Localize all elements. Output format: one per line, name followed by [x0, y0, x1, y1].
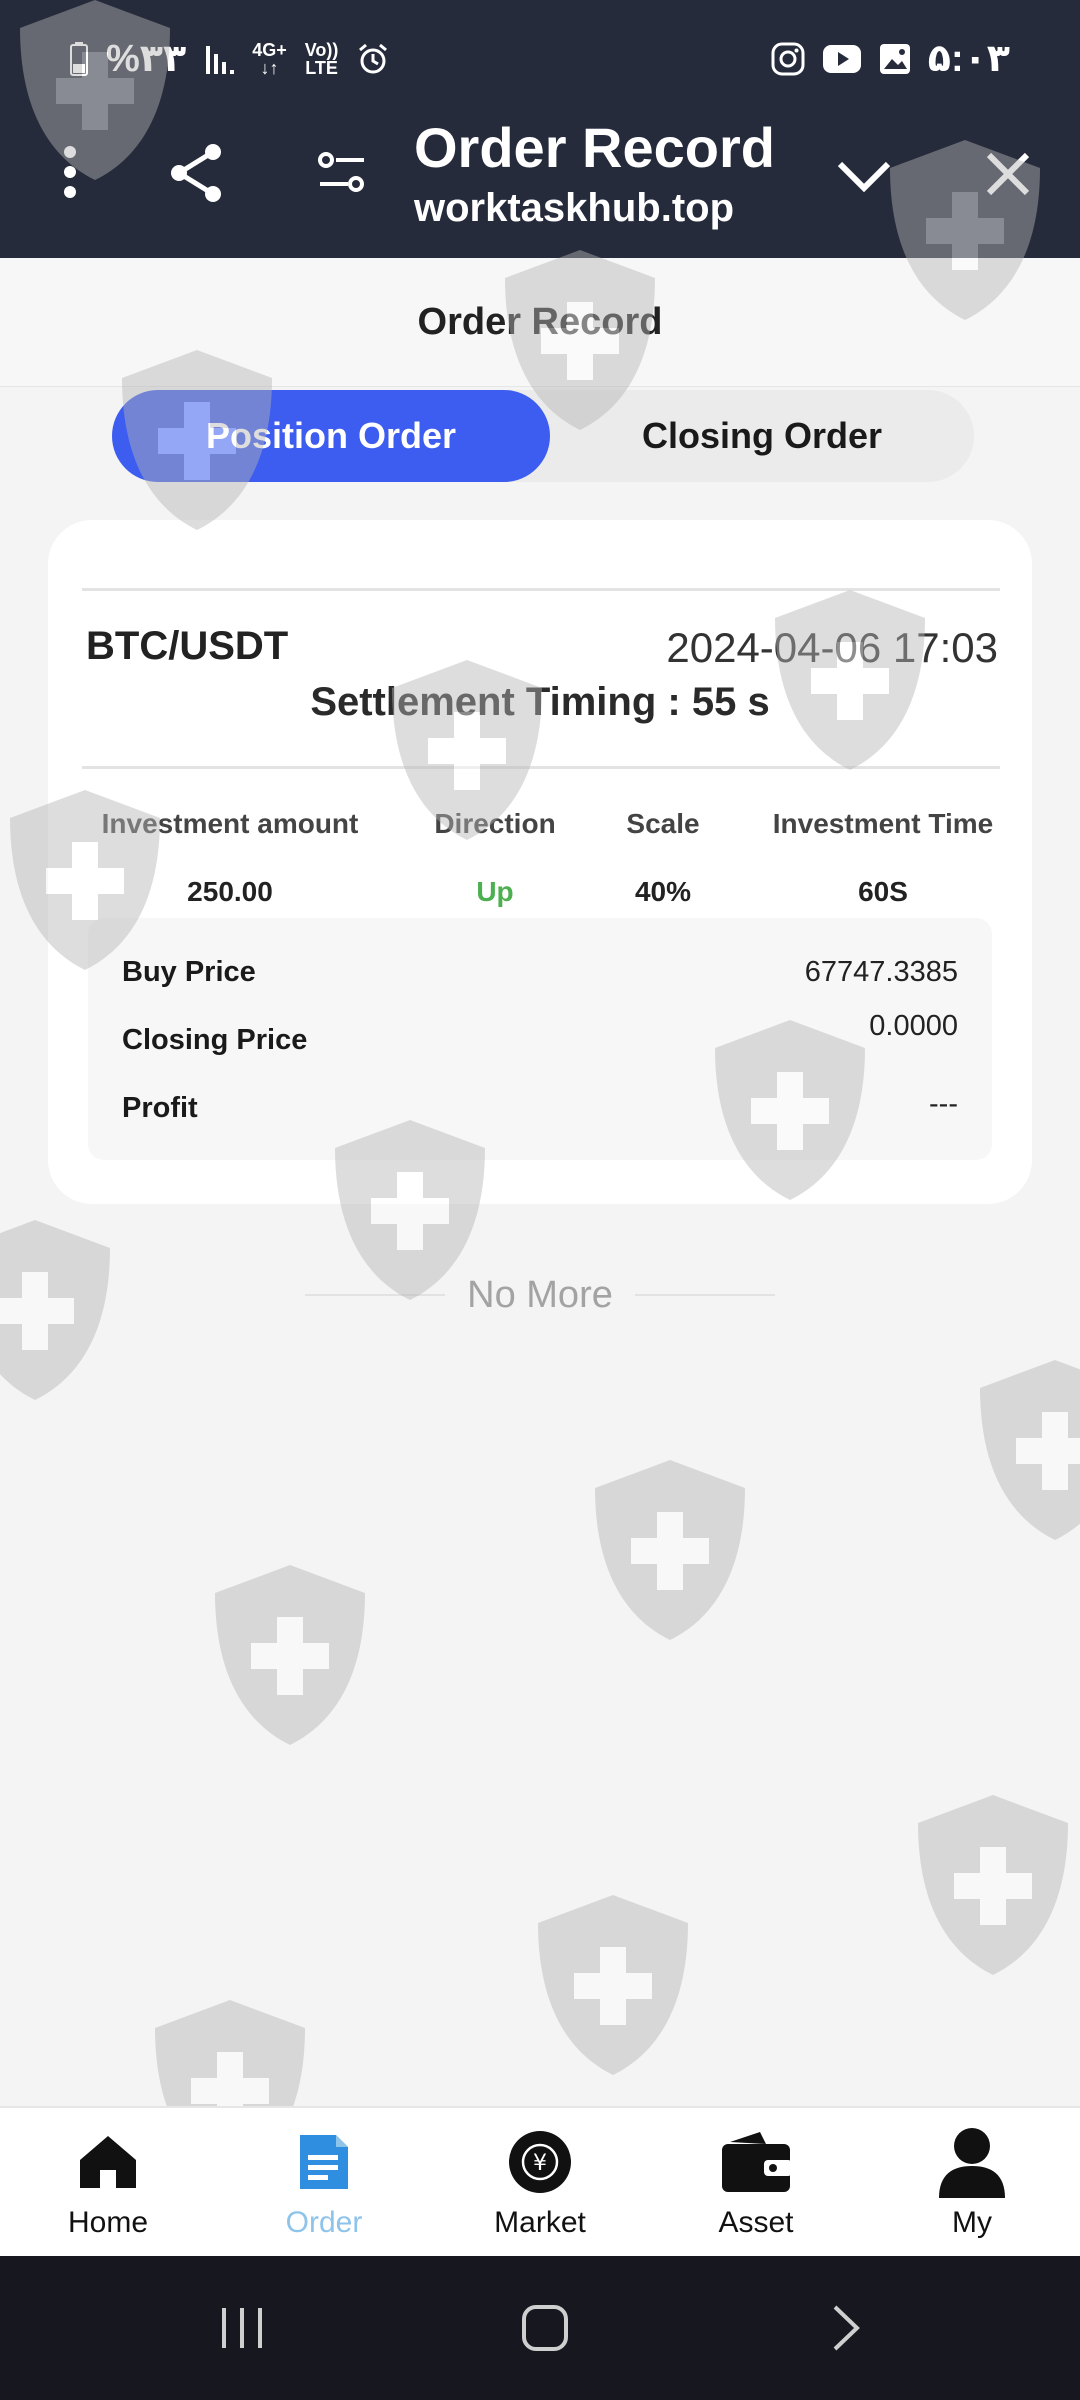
home-icon [78, 2122, 138, 2202]
youtube-icon [822, 44, 861, 73]
tab-closing-order[interactable]: Closing Order [550, 390, 974, 482]
watermark-shield-icon [595, 1460, 745, 1640]
column-header-investment-time: Investment Time [772, 808, 994, 839]
buy-price-label: Buy Price [122, 956, 256, 988]
closing-price-label: Closing Price [122, 1024, 308, 1056]
network-indicator: 4G+ ↓↑ [252, 39, 287, 78]
alarm-icon [359, 43, 388, 73]
settlement-timer: Settlement Timing : 55 s [310, 680, 770, 724]
more-menu-icon[interactable] [40, 142, 100, 202]
nav-asset[interactable]: Asset [656, 2122, 856, 2250]
browser-page-title: Order Record [414, 116, 775, 179]
order-card: BTC/USDT 2024-04-06 17:03 Settlement Tim… [48, 520, 1032, 1204]
nav-my-label: My [952, 2206, 992, 2239]
close-icon[interactable] [980, 144, 1036, 204]
nav-asset-label: Asset [718, 2206, 794, 2239]
no-more-text: No More [467, 1273, 613, 1316]
back-chevron-icon[interactable] [805, 2296, 885, 2360]
instagram-icon [771, 42, 805, 75]
share-icon[interactable] [162, 138, 232, 208]
market-icon: ¥ [508, 2122, 572, 2202]
volte-indicator: Vo)) LTE [304, 39, 339, 78]
signal-icon [206, 45, 235, 74]
closing-price-value: 0.0000 [869, 1010, 958, 1042]
order-tabs: Position Order Closing Order [112, 390, 974, 482]
watermark-shield-icon [538, 1895, 688, 2075]
nav-home-label: Home [67, 2206, 149, 2239]
nav-order[interactable]: Order [224, 2122, 424, 2250]
system-nav-bar [0, 2256, 1080, 2400]
watermark-shield-icon [918, 1795, 1068, 1975]
profit-label: Profit [122, 1092, 198, 1124]
price-details: Buy Price 67747.3385 Closing Price 0.000… [88, 918, 992, 1160]
watermark-shield-icon [215, 1565, 365, 1745]
trading-pair: BTC/USDT [86, 624, 289, 668]
page-title: Order Record [0, 258, 1080, 387]
investment-time-value: 60S [858, 876, 908, 907]
nav-market[interactable]: ¥ Market [440, 2122, 640, 2250]
profit-value: --- [929, 1088, 958, 1120]
divider [634, 1294, 775, 1296]
clock: ۵:۰۳ [927, 38, 1010, 80]
browser-url: worktaskhub.top [414, 186, 735, 230]
svg-text:¥: ¥ [533, 2151, 547, 2176]
divider [82, 588, 1000, 591]
nav-order-label: Order [285, 2206, 363, 2239]
tune-icon[interactable] [312, 142, 372, 202]
divider [82, 766, 1000, 769]
nav-my[interactable]: My [872, 2122, 1072, 2250]
status-bar: %۳۳ 4G+ ↓↑ Vo)) LTE ۵:۰۳ [0, 36, 1080, 86]
browser-toolbar: Order Record worktaskhub.top [0, 108, 1080, 248]
list-end-indicator: No More [0, 1270, 1080, 1320]
watermark-shield-icon [980, 1360, 1080, 1540]
wallet-icon [720, 2122, 792, 2202]
recent-apps-icon[interactable] [202, 2296, 282, 2360]
battery-percent: %۳۳ [106, 38, 187, 80]
scale-value: 40% [634, 876, 692, 907]
divider [305, 1294, 446, 1296]
browser-top-bar: %۳۳ 4G+ ↓↑ Vo)) LTE ۵:۰۳ Order Record work… [0, 0, 1080, 258]
investment-amount-value: 250.00 [187, 876, 273, 907]
chevron-down-icon[interactable] [832, 148, 896, 204]
tab-position-order[interactable]: Position Order [112, 390, 550, 482]
order-datetime: 2024-04-06 17:03 [666, 624, 998, 671]
buy-price-value: 67747.3385 [804, 956, 958, 988]
user-icon [937, 2122, 1007, 2202]
direction-value: Up [476, 876, 514, 907]
home-button-icon[interactable] [505, 2296, 585, 2360]
gallery-icon [879, 43, 910, 74]
column-header-direction: Direction [434, 808, 556, 839]
column-header-scale: Scale [626, 808, 700, 839]
battery-icon [70, 41, 88, 76]
nav-market-label: Market [494, 2206, 586, 2239]
bottom-nav: Home Order ¥ Market Asset My [0, 2106, 1080, 2256]
order-icon [296, 2122, 352, 2202]
browser-title-block: Order Record worktaskhub.top [414, 114, 775, 234]
nav-home[interactable]: Home [8, 2122, 208, 2250]
column-header-investment-amount: Investment amount [101, 808, 359, 839]
